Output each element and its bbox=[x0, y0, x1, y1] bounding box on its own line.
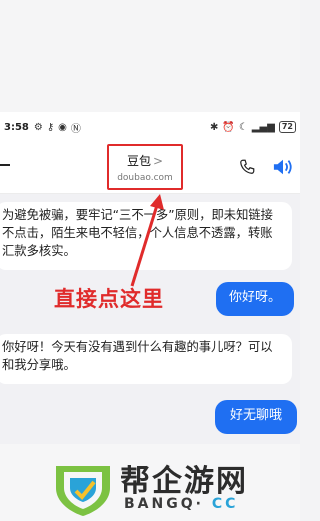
chevron-right-icon: > bbox=[152, 154, 164, 168]
user-message: 好无聊哦 bbox=[215, 400, 297, 434]
user-message: 你好呀。 bbox=[216, 282, 294, 316]
watermark: 帮企游网 BANGQ· CC bbox=[0, 444, 300, 521]
brand-en-main: BANGQ· bbox=[124, 496, 204, 512]
chat-area: 为避免被骗，要牢记“三不一多”原则，即未知链接不点击，陌生来电不轻信，个人信息不… bbox=[0, 194, 300, 444]
bot-title-row: 豆包 > bbox=[109, 152, 181, 169]
phone-icon[interactable] bbox=[238, 158, 256, 176]
alarm-icon: ⏰ bbox=[222, 121, 235, 133]
key-icon: ⚷ bbox=[46, 121, 55, 133]
brand-logo-icon bbox=[56, 466, 110, 516]
chat-header: 豆包 > doubao.com bbox=[0, 142, 300, 194]
bluetooth-icon: ✱ bbox=[209, 121, 219, 133]
brand-name-cn: 帮企游网 bbox=[120, 464, 248, 499]
status-right-icons: ✱ ⏰ ☾ ▂▄▆ 72 bbox=[210, 121, 296, 133]
status-left-icons: ⚙ ⚷ ◉ Ⓝ bbox=[34, 120, 81, 135]
signal-icon: ▂▄▆ bbox=[251, 121, 275, 133]
assistant-message: 你好呀！今天有没有遇到什么有趣的事儿呀？可以和我分享哦。 bbox=[0, 334, 292, 384]
status-bar: 3:58 ⚙ ⚷ ◉ Ⓝ ✱ ⏰ ☾ ▂▄▆ 72 bbox=[0, 112, 300, 142]
bot-profile-button[interactable]: 豆包 > doubao.com bbox=[107, 144, 183, 190]
speaker-icon[interactable] bbox=[272, 157, 294, 177]
brand-name-en: BANGQ· CC bbox=[124, 496, 238, 512]
settings-icon: ⚙ bbox=[33, 121, 43, 133]
top-blank-area bbox=[0, 0, 300, 112]
brand-en-cc: CC bbox=[211, 496, 239, 512]
bot-title: 豆包 bbox=[126, 154, 151, 168]
nfc-icon: Ⓝ bbox=[70, 123, 81, 135]
annotation-arrow-icon bbox=[130, 194, 164, 287]
bot-subtitle: doubao.com bbox=[117, 173, 173, 183]
moon-icon: ☾ bbox=[238, 121, 248, 133]
menu-icon[interactable] bbox=[0, 164, 10, 166]
battery-icon: 72 bbox=[278, 121, 296, 133]
eye-icon: ◉ bbox=[58, 121, 67, 133]
status-time: 3:58 bbox=[4, 121, 29, 133]
